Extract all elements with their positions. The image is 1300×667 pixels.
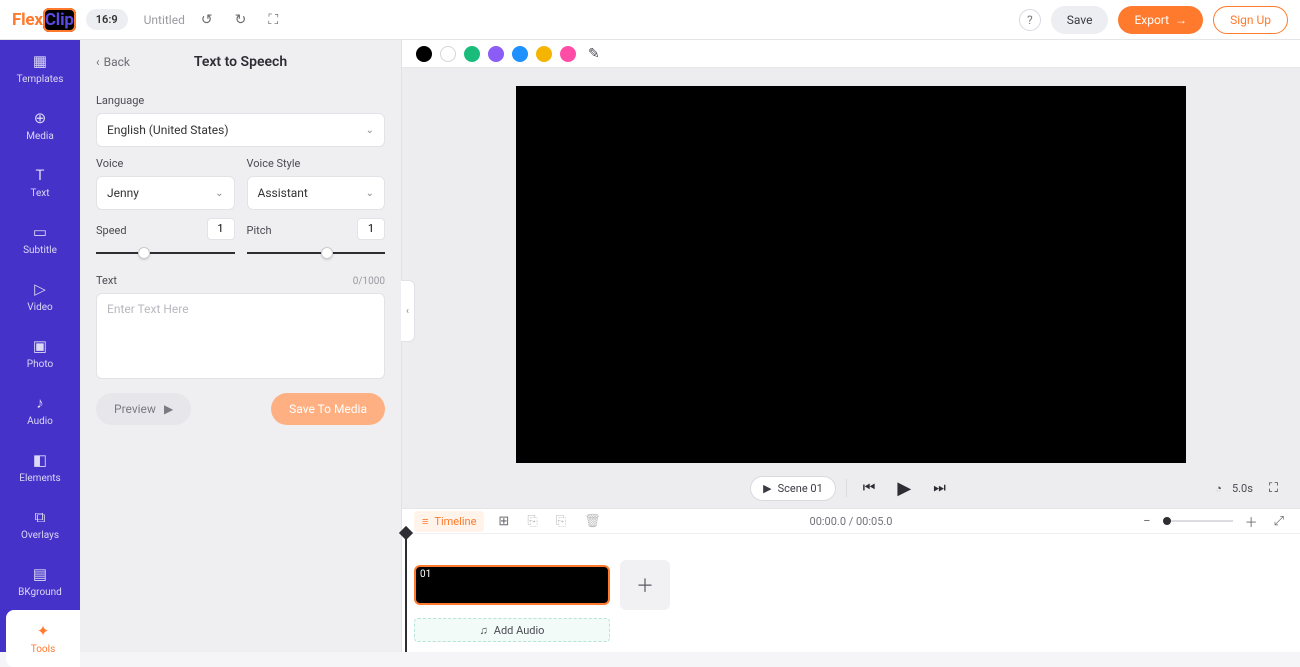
add-scene-button[interactable]: ＋ (620, 560, 670, 610)
tools-icon: ✦ (37, 622, 50, 640)
prev-button[interactable]: ⏮ (857, 476, 882, 500)
speed-label: Speed (96, 224, 127, 237)
pitch-label: Pitch (247, 224, 272, 237)
rail-item-overlays[interactable]: ⧉Overlays (0, 496, 80, 553)
canvas-area: ‹ ✎ ▶Scene 01 ⏮ (402, 40, 1300, 508)
swatch-black[interactable] (416, 46, 432, 62)
player-bar: ▶Scene 01 ⏮ ▶ ⏭ ◔ 5.0s ⛶ (402, 468, 1300, 508)
text-icon: T (36, 166, 45, 184)
rail-item-tools[interactable]: ✦Tools (6, 610, 80, 667)
play-icon: ▶ (164, 402, 173, 416)
rail-item-photo[interactable]: ▣Photo (0, 325, 80, 382)
logo: FlexClip (12, 10, 76, 30)
language-label: Language (96, 94, 385, 107)
duration-label: 5.0s (1232, 482, 1253, 495)
voice-style-select[interactable]: Assistant⌄ (247, 176, 386, 210)
chevron-down-icon: ⌄ (366, 188, 374, 199)
video-icon: ▷ (34, 280, 46, 298)
voice-label: Voice (96, 157, 235, 170)
pitch-value[interactable]: 1 (357, 218, 385, 240)
chevron-left-icon: ‹ (96, 55, 100, 69)
back-button[interactable]: ‹Back (96, 55, 130, 69)
rail-item-video[interactable]: ▷Video (0, 268, 80, 325)
chevron-down-icon: ⌄ (215, 188, 223, 199)
media-icon: ⊕ (34, 109, 47, 127)
signup-button[interactable]: Sign Up (1213, 6, 1288, 34)
tts-text-input[interactable] (96, 293, 385, 379)
split-button[interactable]: ⎘ (523, 512, 541, 531)
undo-button[interactable]: ↺ (195, 8, 219, 32)
swatch-yellow[interactable] (536, 46, 552, 62)
swatch-pink[interactable] (560, 46, 576, 62)
delete-button[interactable]: 🗑 (580, 512, 605, 531)
speed-slider[interactable] (96, 246, 235, 260)
play-button[interactable]: ▶ (891, 474, 917, 503)
language-select[interactable]: English (United States)⌄ (96, 113, 385, 147)
subtitle-icon: ▭ (33, 223, 47, 241)
voice-style-label: Voice Style (247, 157, 386, 170)
redo-button[interactable]: ↻ (229, 8, 253, 32)
duplicate-button[interactable]: ⎘ (552, 512, 570, 531)
video-stage[interactable] (516, 86, 1186, 463)
export-button[interactable]: Export→ (1118, 6, 1203, 34)
color-picker-icon[interactable]: ✎ (588, 46, 600, 62)
save-button[interactable]: Save (1051, 6, 1109, 34)
zoom-slider[interactable] (1163, 520, 1233, 522)
rail-item-audio[interactable]: ♪Audio (0, 382, 80, 439)
photo-icon: ▣ (33, 337, 47, 355)
timeline-icon: ≡ (422, 515, 428, 528)
project-title[interactable]: Untitled (144, 13, 185, 27)
save-to-media-button[interactable]: Save To Media (271, 393, 385, 425)
rail-item-text[interactable]: TText (0, 154, 80, 211)
expand-button[interactable]: ⛶ (1263, 477, 1284, 500)
text-label: Text (96, 274, 117, 287)
swatch-green[interactable] (464, 46, 480, 62)
next-button[interactable]: ⏭ (927, 476, 952, 500)
topbar: FlexClip 16:9 Untitled ↺ ↻ ⛶ ? Save Expo… (0, 0, 1300, 40)
preview-button[interactable]: Preview▶ (96, 393, 191, 425)
tts-panel: ‹Back Text to Speech Language English (U… (80, 40, 402, 652)
rail-item-media[interactable]: ⊕Media (0, 97, 80, 154)
play-icon: ▶ (763, 482, 771, 495)
char-counter: 0/1000 (353, 276, 385, 287)
clock-icon: ◔ (1215, 482, 1222, 495)
rail-item-elements[interactable]: ◧Elements (0, 439, 80, 496)
timeline-clip[interactable]: 01 (414, 565, 610, 605)
add-track-button[interactable]: ⊞ (494, 512, 513, 531)
swatch-purple[interactable] (488, 46, 504, 62)
rail-item-subtitle[interactable]: ▭Subtitle (0, 211, 80, 268)
music-icon: ♫ (480, 624, 488, 637)
templates-icon: ▦ (33, 52, 47, 70)
rail-item-templates[interactable]: ▦Templates (0, 40, 80, 97)
audio-icon: ♪ (36, 394, 44, 412)
elements-icon: ◧ (33, 451, 47, 469)
swatch-white[interactable] (440, 46, 456, 62)
scene-selector[interactable]: ▶Scene 01 (750, 476, 836, 501)
overlays-icon: ⧉ (35, 508, 46, 526)
arrow-right-icon: → (1175, 13, 1187, 27)
timeline: ≡Timeline ⊞ ⎘ ⎘ 🗑 00:00.0 / 00:05.0 − ＋ … (402, 508, 1300, 652)
left-rail: ▦Templates ⊕Media TText ▭Subtitle ▷Video… (0, 40, 80, 652)
help-button[interactable]: ? (1019, 9, 1041, 31)
zoom-in-button[interactable]: ＋ (1241, 510, 1262, 533)
chevron-down-icon: ⌄ (366, 125, 374, 136)
aspect-ratio-pill[interactable]: 16:9 (86, 9, 128, 30)
swatch-blue[interactable] (512, 46, 528, 62)
timecode: 00:00.0 / 00:05.0 (810, 515, 893, 528)
rail-item-bkground[interactable]: ▤BKground (0, 553, 80, 610)
panel-collapse-tab[interactable]: ‹ (401, 280, 415, 342)
speed-value[interactable]: 1 (207, 218, 235, 240)
fit-button[interactable]: ⤢ (1270, 512, 1288, 531)
color-palette: ✎ (402, 40, 1300, 68)
divider (846, 479, 847, 497)
add-audio-strip[interactable]: ♫Add Audio (414, 618, 610, 642)
panel-title: Text to Speech (194, 54, 287, 70)
fullscreen-button[interactable]: ⛶ (262, 8, 284, 32)
timeline-chip[interactable]: ≡Timeline (414, 511, 484, 532)
bkground-icon: ▤ (33, 565, 47, 583)
zoom-out-button[interactable]: − (1139, 512, 1154, 531)
voice-select[interactable]: Jenny⌄ (96, 176, 235, 210)
pitch-slider[interactable] (247, 246, 386, 260)
